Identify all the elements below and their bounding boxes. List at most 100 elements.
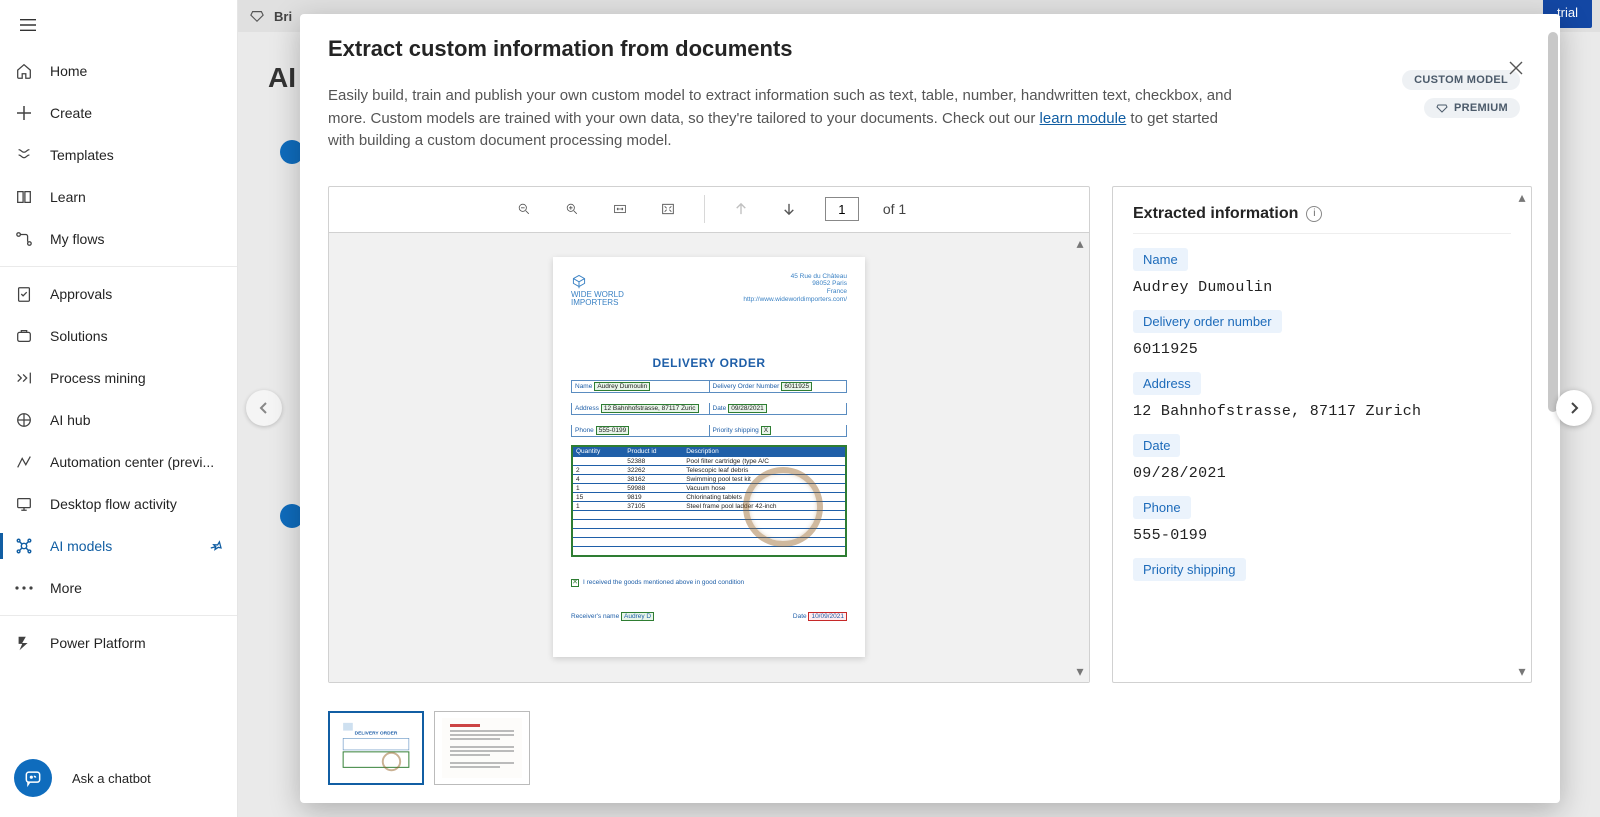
sample-thumb-2[interactable]: [434, 711, 530, 785]
nav-automation-center[interactable]: Automation center (previ...: [0, 441, 237, 483]
sample-thumbnails: DELIVERY ORDER: [300, 701, 1560, 803]
field-tag: Name: [1133, 248, 1188, 271]
page-number-input[interactable]: [825, 197, 859, 221]
flows-icon: [14, 229, 34, 249]
field-tag: Priority shipping: [1133, 558, 1246, 581]
extracted-field: Phone 555-0199: [1133, 496, 1511, 544]
pin-icon[interactable]: [209, 539, 223, 553]
nav-divider-2: [0, 615, 237, 616]
close-icon: [1508, 60, 1524, 76]
solutions-icon: [14, 326, 34, 346]
info-scroll-up[interactable]: ▴: [1515, 191, 1529, 205]
nav-ai-hub[interactable]: AI hub: [0, 399, 237, 441]
nav-myflows-label: My flows: [50, 231, 104, 247]
zoom-out-icon: [518, 200, 530, 218]
approvals-icon: [14, 284, 34, 304]
prev-page-button[interactable]: [729, 197, 753, 221]
viewer-toolbar: of 1: [329, 187, 1089, 233]
nav-power-platform[interactable]: Power Platform: [0, 622, 237, 664]
field-value: 6011925: [1133, 341, 1511, 358]
chatbot-icon[interactable]: [14, 759, 52, 797]
left-navigation: Home Create Templates Learn My flows App…: [0, 0, 238, 817]
sample-thumb-1[interactable]: DELIVERY ORDER: [328, 711, 424, 785]
doc-scroll-up[interactable]: ▴: [1073, 237, 1087, 251]
ai-hub-icon: [14, 410, 34, 430]
model-details-dialog: Extract custom information from document…: [300, 14, 1560, 803]
document-scroll-area[interactable]: ▴ ▾ WIDE WORLD IMPORTERS 45 Rue du Châte…: [329, 233, 1089, 683]
zoom-out-button[interactable]: [512, 197, 536, 221]
page-count-label: of 1: [883, 201, 906, 217]
hamburger-icon: [20, 18, 36, 32]
templates-icon: [14, 145, 34, 165]
automation-center-icon: [14, 452, 34, 472]
plus-icon: [14, 103, 34, 123]
ai-models-icon: [14, 536, 34, 556]
field-value: 09/28/2021: [1133, 465, 1511, 482]
extracted-info-title: Extracted information: [1133, 205, 1298, 223]
process-mining-icon: [14, 368, 34, 388]
fit-width-button[interactable]: [608, 197, 632, 221]
nav-collapse-button[interactable]: [246, 390, 282, 426]
nav-templates[interactable]: Templates: [0, 134, 237, 176]
document-page: WIDE WORLD IMPORTERS 45 Rue du Château 9…: [553, 257, 865, 657]
toolbar-separator: [704, 195, 705, 223]
field-value: 555-0199: [1133, 527, 1511, 544]
nav-myflows[interactable]: My flows: [0, 218, 237, 260]
nav-solutions-label: Solutions: [50, 328, 108, 344]
doc-ack-line: ✕ I received the goods mentioned above i…: [571, 579, 744, 587]
field-tag: Date: [1133, 434, 1180, 457]
doc-scroll-down[interactable]: ▾: [1073, 664, 1087, 678]
zoom-in-icon: [566, 200, 578, 218]
more-icon: [14, 578, 34, 598]
nav-divider: [0, 266, 237, 267]
nav-approvals[interactable]: Approvals: [0, 273, 237, 315]
premium-badge: PREMIUM: [1424, 98, 1520, 118]
dialog-description: Easily build, train and publish your own…: [328, 85, 1238, 153]
nav-solutions[interactable]: Solutions: [0, 315, 237, 357]
nav-home-label: Home: [50, 63, 87, 79]
hamburger-button[interactable]: [14, 11, 42, 39]
chatbot-launcher[interactable]: Ask a chatbot: [0, 749, 237, 817]
nav-desktop-flow[interactable]: Desktop flow activity: [0, 483, 237, 525]
nav-ai-models[interactable]: AI models: [0, 525, 237, 567]
nav-create[interactable]: Create: [0, 92, 237, 134]
extracted-field: Delivery order number 6011925: [1133, 310, 1511, 358]
field-tag: Phone: [1133, 496, 1191, 519]
doc-sign-row: Receiver's name Audrey D Date 10/09/2021: [571, 612, 847, 621]
chevron-right-icon: [1568, 401, 1580, 415]
info-scroll-down[interactable]: ▾: [1515, 664, 1529, 678]
extracted-field: Date 09/28/2021: [1133, 434, 1511, 482]
next-page-button[interactable]: [777, 197, 801, 221]
extracted-field: Address12 Bahnhofstrasse, 87117 Zurich: [1133, 372, 1511, 420]
nav-learn[interactable]: Learn: [0, 176, 237, 218]
nav-power-platform-label: Power Platform: [50, 635, 146, 651]
nav-home[interactable]: Home: [0, 50, 237, 92]
learn-module-link[interactable]: learn module: [1040, 110, 1127, 127]
extracted-field: NameAudrey Dumoulin: [1133, 248, 1511, 296]
nav-ai-models-label: AI models: [50, 538, 112, 554]
field-tag: Delivery order number: [1133, 310, 1282, 333]
zoom-in-button[interactable]: [560, 197, 584, 221]
nav-more[interactable]: More: [0, 567, 237, 609]
fit-width-icon: [614, 202, 626, 216]
nav-process-mining[interactable]: Process mining: [0, 357, 237, 399]
doc-address-block: 45 Rue du Château 98052 Paris France htt…: [743, 273, 847, 304]
nav-automation-center-label: Automation center (previ...: [50, 454, 214, 470]
chatbot-label: Ask a chatbot: [72, 771, 151, 786]
extracted-field: Priority shipping: [1133, 558, 1511, 589]
power-platform-icon: [14, 633, 34, 653]
fit-page-button[interactable]: [656, 197, 680, 221]
dialog-scrollbar[interactable]: [1548, 32, 1558, 412]
diamond-icon: [1436, 102, 1448, 114]
doc-title: DELIVERY ORDER: [571, 356, 847, 370]
bg-title: AI: [268, 62, 296, 94]
env-name: Bri: [274, 9, 292, 24]
arrow-down-icon: [783, 201, 795, 217]
carousel-next-button[interactable]: [1556, 390, 1592, 426]
close-button[interactable]: [1502, 54, 1530, 82]
fit-page-icon: [662, 201, 674, 217]
info-icon[interactable]: i: [1306, 206, 1322, 222]
desktop-icon: [14, 494, 34, 514]
dialog-title: Extract custom information from document…: [328, 36, 1520, 62]
book-icon: [14, 187, 34, 207]
